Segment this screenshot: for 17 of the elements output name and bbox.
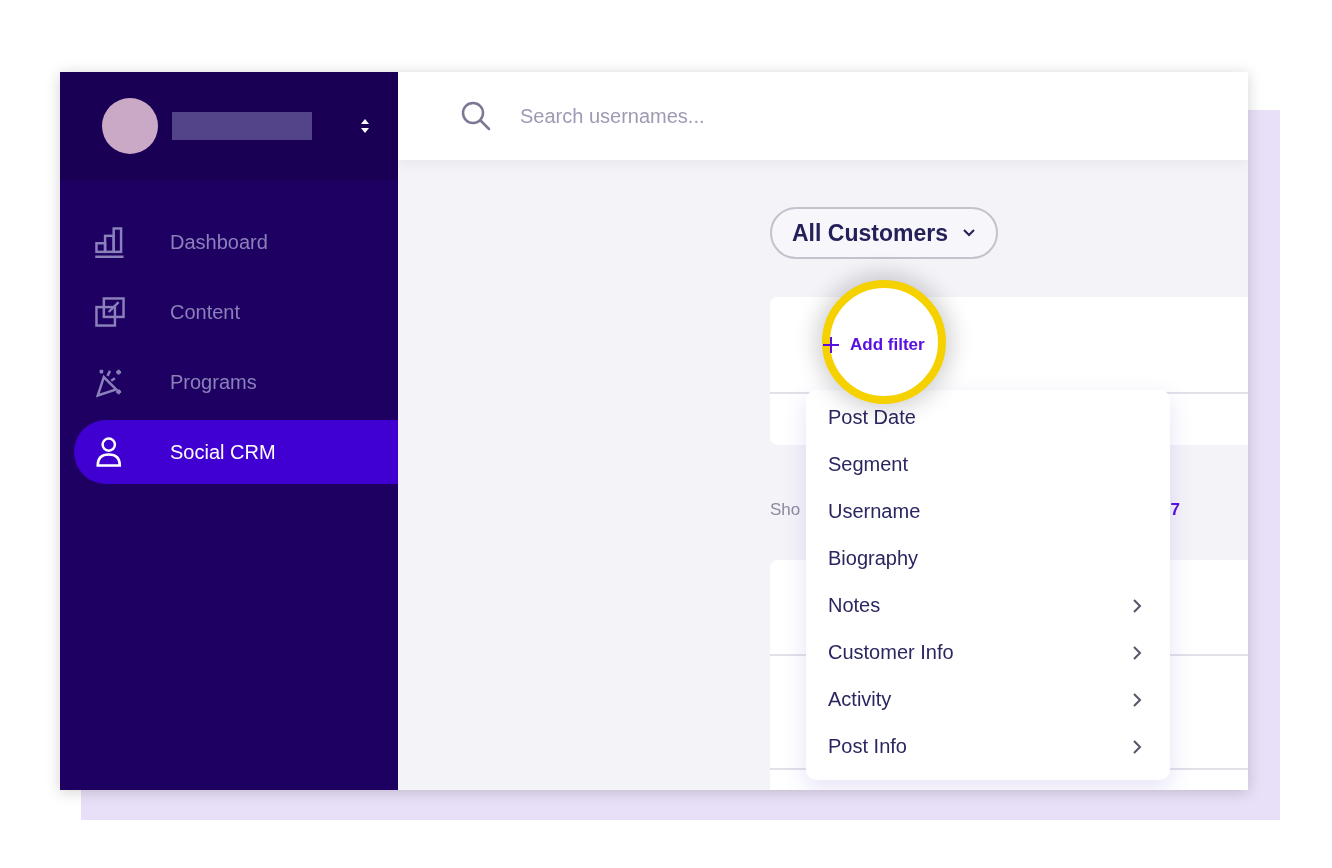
segment-dropdown[interactable]: All Customers (770, 207, 998, 259)
add-filter-button[interactable]: Add filter (822, 334, 925, 355)
nav-item[interactable]: Content (74, 280, 398, 344)
menu-item[interactable]: Post Date (806, 394, 1170, 441)
menu-item[interactable]: Notes (806, 582, 1170, 629)
menu-item[interactable]: Customer Info (806, 629, 1170, 676)
menu-item[interactable]: Activity (806, 676, 1170, 723)
menu-item[interactable]: Segment (806, 441, 1170, 488)
results-text: Sho (770, 500, 801, 520)
nav-item[interactable]: Social CRM (74, 420, 398, 484)
results-count: 7 (1170, 500, 1180, 520)
menu-item[interactable]: Biography (806, 535, 1170, 582)
menu-item[interactable]: Username (806, 488, 1170, 535)
search-field[interactable]: Search usernames... (516, 100, 928, 132)
nav-item[interactable]: Dashboard (74, 210, 398, 274)
nav-item[interactable]: Programs (74, 350, 398, 414)
menu-item[interactable]: Post Info (806, 723, 1170, 770)
